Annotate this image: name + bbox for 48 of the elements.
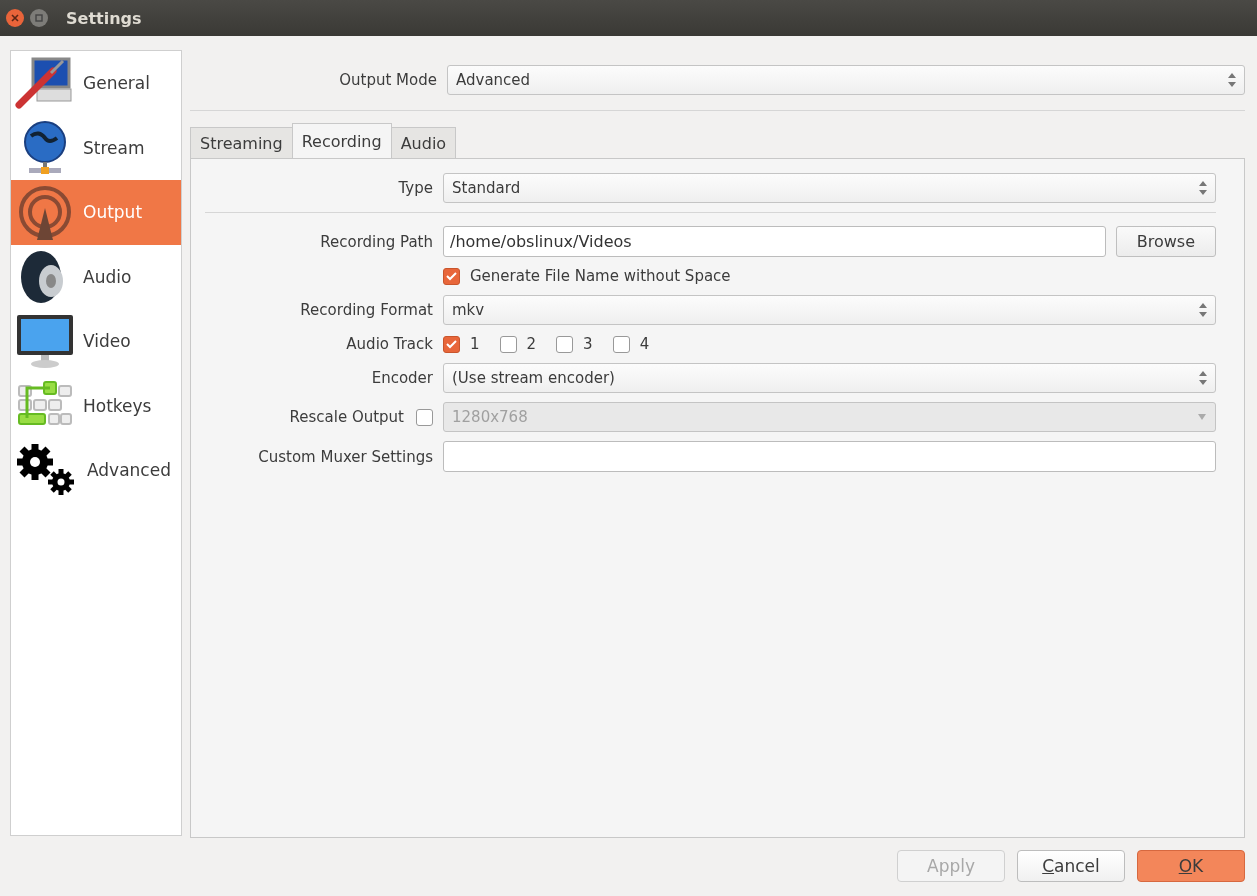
checkbox[interactable] xyxy=(443,335,460,353)
dropdown[interactable]: mkv xyxy=(443,295,1216,325)
muxer-settings-field[interactable] xyxy=(443,441,1216,472)
field-label: Recording Path xyxy=(319,232,433,251)
spin-arrows-icon xyxy=(1199,303,1207,317)
dialog-button[interactable]: Cancel xyxy=(1017,850,1125,882)
tab[interactable]: Recording xyxy=(291,123,392,159)
checkbox-label[interactable]: 4 xyxy=(639,335,650,353)
dropdown[interactable]: (Use stream encoder) xyxy=(443,363,1216,393)
field-label: Encoder xyxy=(370,369,433,387)
browse-button[interactable]: Browse xyxy=(1115,226,1216,257)
checkbox-label[interactable]: 1 xyxy=(470,335,480,353)
dropdown-arrow-icon xyxy=(1197,414,1207,420)
sidebar-item[interactable]: Audio xyxy=(11,244,181,309)
sidebar-item[interactable]: Advanced xyxy=(11,438,181,503)
field-label: Custom Muxer Settings xyxy=(257,447,433,466)
sidebar-item[interactable]: Stream xyxy=(11,115,181,180)
checkbox[interactable] xyxy=(499,335,517,353)
type-dropdown[interactable]: Standard xyxy=(443,173,1216,203)
tab[interactable]: Streaming xyxy=(190,127,293,159)
spin-arrows-icon xyxy=(1199,371,1207,385)
checkmark-icon xyxy=(446,339,457,349)
window-title: Settings xyxy=(66,8,142,28)
sidebar-item[interactable]: Hotkeys xyxy=(11,373,181,438)
checkbox[interactable] xyxy=(556,335,574,353)
checkbox-label[interactable]: 3 xyxy=(583,335,593,353)
dialog-button[interactable]: OK xyxy=(1137,850,1245,882)
close-icon[interactable] xyxy=(6,9,24,27)
checkbox-label[interactable]: 2 xyxy=(526,335,537,353)
spin-arrows-icon xyxy=(1228,73,1236,87)
field-label: Type xyxy=(397,179,433,197)
field-label: Output Mode xyxy=(339,71,437,89)
checkmark-icon xyxy=(446,271,457,281)
field-label: Recording Format xyxy=(299,301,433,319)
spin-arrows-icon xyxy=(1199,181,1207,195)
field-label: Rescale Output xyxy=(289,408,404,426)
checkbox[interactable] xyxy=(443,267,460,285)
output-mode-dropdown[interactable]: Advanced xyxy=(447,65,1245,95)
minimize-icon[interactable] xyxy=(30,9,48,27)
field-label: Audio Track xyxy=(345,335,433,353)
checkbox-label[interactable]: Generate File Name without Space xyxy=(470,267,731,285)
path-field[interactable]: /home/obslinux/Videos xyxy=(443,226,1106,257)
sidebar-item[interactable]: General xyxy=(11,51,181,116)
tab[interactable]: Audio xyxy=(390,127,457,159)
checkbox[interactable] xyxy=(612,335,630,353)
sidebar-item[interactable]: Video xyxy=(11,309,181,374)
computer-wrench-icon xyxy=(15,55,75,112)
monitor-icon xyxy=(15,313,75,370)
